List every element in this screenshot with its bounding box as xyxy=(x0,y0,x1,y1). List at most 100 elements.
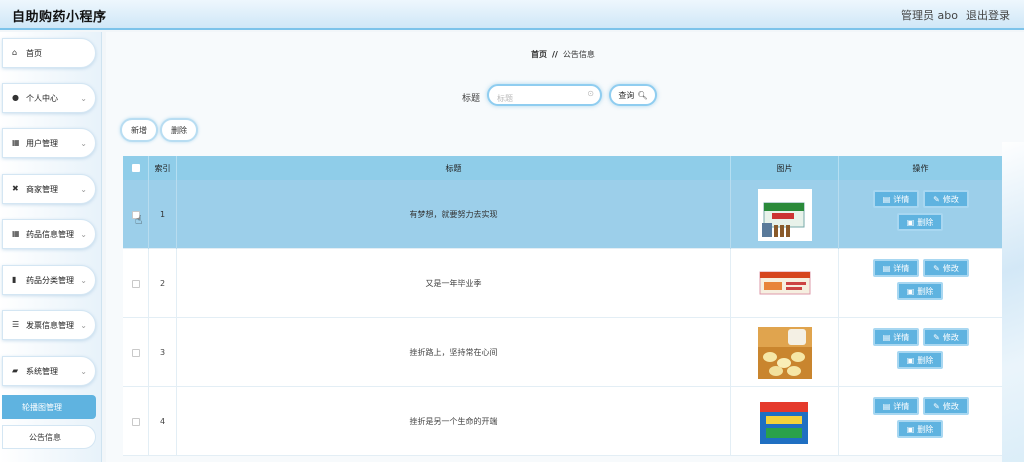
search-icon: 🔍︎ xyxy=(637,90,648,100)
edit-label: 修改 xyxy=(942,194,959,204)
delete-label: 删除 xyxy=(917,217,934,227)
row-checkbox[interactable] xyxy=(131,417,140,426)
medicine-box-image xyxy=(757,395,812,448)
main-content: 首页 // 公告信息 标题 ⊙ 查询 🔍︎ 新增 删除 索引 标题 图片 操作 1 … xyxy=(106,32,1024,462)
row-image-cell xyxy=(731,387,839,456)
sidebar-item-label: 药品分类管理 xyxy=(26,275,74,285)
search-button[interactable]: 查询 🔍︎ xyxy=(609,84,657,106)
table-header: 索引 标题 图片 操作 xyxy=(123,156,1002,180)
sidebar-item-label: 商家管理 xyxy=(26,184,58,194)
header-title: 标题 xyxy=(177,156,731,180)
table-row[interactable]: 4 挫折是另一个生命的开端 ▤ 详情 ✎ 修改 ▣ 删除 xyxy=(123,387,1002,456)
row-checkbox[interactable] xyxy=(131,279,140,288)
sidebar-item-label: 个人中心 xyxy=(26,93,58,103)
sidebar-item-medicine-info[interactable]: ▦ 药品信息管理 ⌄ xyxy=(2,219,96,249)
sidebar-item-profile[interactable]: ● 个人中心 ⌄ xyxy=(2,83,96,113)
grid-icon: ▦ xyxy=(12,138,20,147)
detail-button[interactable]: ▤ 详情 xyxy=(873,190,919,208)
chevron-down-icon: ⌄ xyxy=(80,94,87,103)
pencil-icon: ✎ xyxy=(933,263,940,273)
edit-button[interactable]: ✎ 修改 xyxy=(923,190,969,208)
home-icon: ⌂ xyxy=(12,48,18,57)
row-checkbox[interactable] xyxy=(131,348,140,357)
table-row[interactable]: 3 挫折路上，坚持常在心间 ▤ 详情 ✎ 修改 ▣ 删除 xyxy=(123,318,1002,387)
chevron-down-icon: ⌄ xyxy=(80,276,87,285)
sidebar-item-medicine-category[interactable]: ▮ 药品分类管理 ⌄ xyxy=(2,265,96,295)
row-index: 3 xyxy=(149,318,177,387)
sidebar-item-home[interactable]: ⌂ 首页 xyxy=(2,38,96,68)
trash-icon: ▣ xyxy=(906,424,915,434)
sidebar-item-system[interactable]: ▰ 系统管理 ⌄ xyxy=(2,356,96,386)
delete-label: 删除 xyxy=(917,355,934,365)
batch-delete-button[interactable]: 删除 xyxy=(160,118,198,142)
sidebar-item-users[interactable]: ▦ 用户管理 ⌄ xyxy=(2,128,96,158)
table-row[interactable]: 2 又是一年毕业季 ▤ 详情 ✎ 修改 ▣ 删除 xyxy=(123,249,1002,318)
breadcrumb-home[interactable]: 首页 xyxy=(531,50,547,59)
delete-label: 删除 xyxy=(917,424,934,434)
search-label: 标题 xyxy=(462,94,481,104)
row-title: 挫折是另一个生命的开端 xyxy=(177,387,731,456)
edit-button[interactable]: ✎ 修改 xyxy=(923,328,969,346)
clear-icon[interactable]: ⊙ xyxy=(587,89,594,98)
decorative-background xyxy=(1002,142,1024,462)
edit-label: 修改 xyxy=(942,401,959,411)
search-input[interactable] xyxy=(497,90,587,107)
sidebar-subitem-announcements[interactable]: 公告信息 xyxy=(2,425,96,449)
edit-label: 修改 xyxy=(942,263,959,273)
delete-label: 删除 xyxy=(917,286,934,296)
delete-button[interactable]: ▣ 删除 xyxy=(897,213,943,231)
pills-image xyxy=(757,326,812,379)
row-select-cell xyxy=(123,318,149,387)
detail-label: 详情 xyxy=(893,263,910,273)
select-all-cell xyxy=(123,156,149,180)
medicine-box-image xyxy=(757,188,812,241)
search-button-label: 查询 xyxy=(618,90,635,100)
detail-button[interactable]: ▤ 详情 xyxy=(873,328,919,346)
sidebar-item-label: 药品信息管理 xyxy=(26,229,74,239)
edit-label: 修改 xyxy=(942,332,959,342)
sidebar-item-merchants[interactable]: ✖ 商家管理 ⌄ xyxy=(2,174,96,204)
row-image-cell xyxy=(731,318,839,387)
detail-label: 详情 xyxy=(893,194,910,204)
detail-button[interactable]: ▤ 详情 xyxy=(873,259,919,277)
row-index: 4 xyxy=(149,387,177,456)
row-image-cell xyxy=(731,249,839,318)
sidebar-item-label: 系统管理 xyxy=(26,366,58,376)
row-title: 挫折路上，坚持常在心间 xyxy=(177,318,731,387)
medicine-box-image xyxy=(757,257,812,310)
row-image-cell xyxy=(731,180,839,249)
header-image: 图片 xyxy=(731,156,839,180)
row-index: 1 xyxy=(149,180,177,249)
pencil-icon: ✎ xyxy=(933,194,940,204)
breadcrumb: 首页 // 公告信息 xyxy=(531,49,595,60)
sidebar-item-invoice[interactable]: ☰ 发票信息管理 ⌄ xyxy=(2,310,96,340)
row-actions-cell: ▤ 详情 ✎ 修改 ▣ 删除 xyxy=(839,387,1002,456)
trash-icon: ▣ xyxy=(906,217,915,227)
delete-button[interactable]: ▣ 删除 xyxy=(897,351,943,369)
edit-button[interactable]: ✎ 修改 xyxy=(923,259,969,277)
select-all-checkbox[interactable] xyxy=(131,164,140,172)
lock-icon: ▰ xyxy=(12,366,19,375)
detail-button[interactable]: ▤ 详情 xyxy=(873,397,919,415)
edit-button[interactable]: ✎ 修改 xyxy=(923,397,969,415)
row-actions-cell: ▤ 详情 ✎ 修改 ▣ 删除 xyxy=(839,249,1002,318)
grid-icon: ▦ xyxy=(12,229,20,238)
add-button[interactable]: 新增 xyxy=(120,118,158,142)
header-index: 索引 xyxy=(149,156,177,180)
document-icon: ▤ xyxy=(882,194,891,204)
chevron-down-icon: ⌄ xyxy=(80,321,87,330)
chevron-down-icon: ⌄ xyxy=(80,367,87,376)
top-bar: 自助购药小程序 管理员 abo 退出登录 xyxy=(0,0,1024,30)
chevron-down-icon: ⌄ xyxy=(80,230,87,239)
table-row[interactable]: 1 有梦想，就要努力去实现 ▤ 详情 ✎ 修改 ▣ 删除 xyxy=(123,180,1002,249)
search-field[interactable]: ⊙ xyxy=(487,84,602,107)
delete-button[interactable]: ▣ 删除 xyxy=(897,420,943,438)
header-actions: 操作 xyxy=(912,163,929,173)
row-index: 2 xyxy=(149,249,177,318)
logout-link[interactable]: 退出登录 xyxy=(966,7,1010,23)
row-actions-cell: ▤ 详情 ✎ 修改 ▣ 删除 xyxy=(839,318,1002,387)
sidebar-subitem-carousel[interactable]: 轮播图管理 xyxy=(2,395,96,419)
delete-button[interactable]: ▣ 删除 xyxy=(897,282,943,300)
user-icon: ● xyxy=(12,93,19,102)
detail-label: 详情 xyxy=(893,401,910,411)
